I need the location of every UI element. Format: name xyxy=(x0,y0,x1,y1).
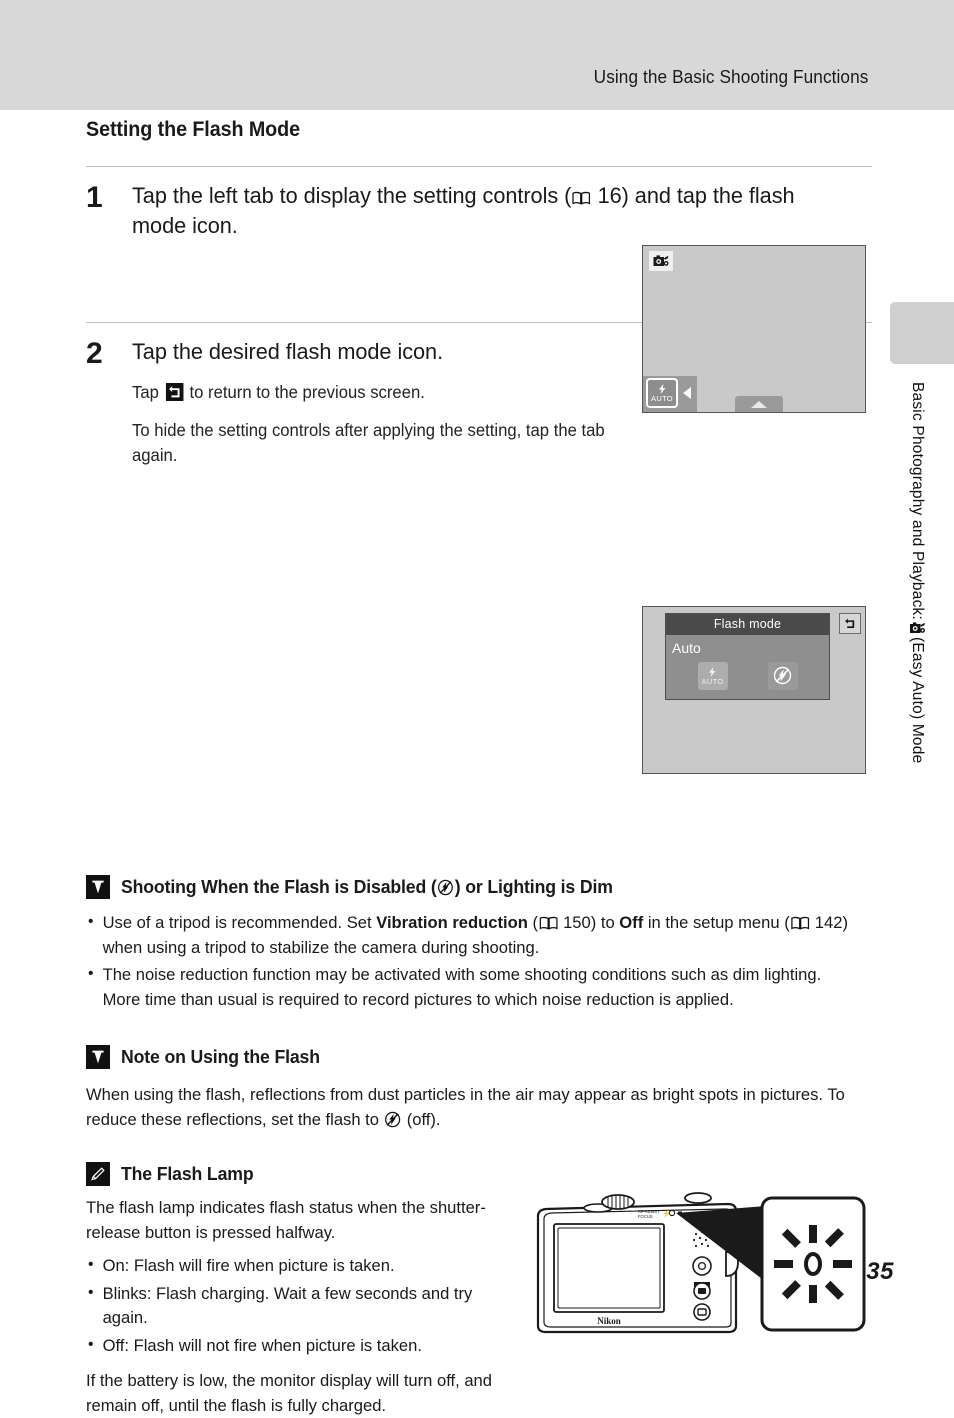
flash-auto-option-label: AUTO xyxy=(701,676,724,686)
book-reference-icon xyxy=(791,916,810,930)
flash-bolt-icon xyxy=(709,666,716,677)
list-item: Use of a tripod is recommended. Set Vibr… xyxy=(86,910,852,960)
note3-title: The Flash Lamp xyxy=(121,1162,254,1184)
easy-auto-camera-icon xyxy=(908,622,926,635)
return-arrow-button[interactable] xyxy=(839,612,861,634)
list-item: The noise reduction function may be acti… xyxy=(86,962,852,1012)
step-1-instruction: Tap the left tab to display the setting … xyxy=(132,181,836,242)
flash-off-icon xyxy=(385,1111,402,1128)
note-flash-lamp-list: On: Flash will fire when picture is take… xyxy=(86,1253,518,1359)
note-flash-lamp-intro: The flash lamp indicates flash status wh… xyxy=(86,1197,486,1242)
step-2-screen-illustration: Flash mode Auto AUTO xyxy=(642,605,866,774)
note-flash-lamp-outro: If the battery is low, the monitor displ… xyxy=(86,1370,492,1415)
step-1-text-part1: Tap the left tab to display the setting … xyxy=(132,183,572,208)
note-using-the-flash-heading: Note on Using the Flash xyxy=(86,1044,872,1069)
note-flash-disabled-list: Use of a tripod is recommended. Set Vibr… xyxy=(86,910,872,1013)
note2-title: Note on Using the Flash xyxy=(121,1045,320,1067)
flash-off-icon xyxy=(438,879,454,896)
flash-mode-menu-panel: Flash mode Auto AUTO xyxy=(665,612,830,700)
note1-b1-seg4: in the setup menu ( xyxy=(643,912,790,932)
note2-para-after: (off). xyxy=(402,1109,441,1129)
step-1-number: 1 xyxy=(86,181,103,214)
page-number: 35 xyxy=(866,1258,894,1285)
note1-b1-bold2: Off xyxy=(619,912,644,932)
caution-v-icon xyxy=(86,1044,110,1069)
note1-b1-seg1: Use of a tripod is recommended. Set xyxy=(102,912,377,932)
flash-auto-option-button[interactable]: AUTO xyxy=(697,661,728,690)
camera-brand-label: Nikon xyxy=(597,1316,621,1326)
note-using-the-flash-text: When using the flash, reflections from d… xyxy=(86,1082,852,1132)
caution-v-icon xyxy=(86,874,110,899)
step-2: 2 Tap the desired flash mode icon. Tap t… xyxy=(86,323,872,774)
page-header-band: Using the Basic Shooting Functions xyxy=(0,0,954,110)
chapter-tab-text-before: Basic Photography and Playback: xyxy=(909,382,926,620)
note-flash-disabled: Shooting When the Flash is Disabled ( ) o… xyxy=(86,874,872,1013)
note1-title-before: Shooting When the Flash is Disabled ( xyxy=(121,875,437,897)
flash-mode-current-value: Auto xyxy=(672,639,701,656)
flash-off-option-button[interactable] xyxy=(767,661,798,690)
book-reference-icon xyxy=(572,191,591,205)
step-1: 1 Tap the left tab to display the settin… xyxy=(86,167,872,413)
note1-b1-bold1: Vibration reduction xyxy=(376,912,528,932)
note-flash-disabled-heading: Shooting When the Flash is Disabled ( ) o… xyxy=(86,874,872,899)
note-using-the-flash: Note on Using the Flash When using the f… xyxy=(86,1044,872,1132)
list-item: Blinks: Flash charging. Wait a few secon… xyxy=(86,1281,507,1331)
flash-off-icon xyxy=(773,667,792,685)
pencil-note-icon xyxy=(86,1161,110,1186)
step-2-sub1-before: Tap xyxy=(132,382,164,403)
book-reference-icon xyxy=(539,916,558,930)
note1-title-after: ) or Lighting is Dim xyxy=(454,875,613,897)
list-item: On: Flash will fire when picture is take… xyxy=(86,1253,507,1279)
note-flash-lamp-heading: The Flash Lamp xyxy=(86,1161,872,1186)
step-2-subtext-2: To hide the setting controls after apply… xyxy=(132,420,605,465)
step-2-instruction: Tap the desired flash mode icon. xyxy=(132,338,444,364)
running-title: Using the Basic Shooting Functions xyxy=(593,66,868,87)
chapter-tab-block xyxy=(890,302,954,364)
flash-mode-menu-title: Flash mode xyxy=(666,613,829,635)
note1-b1-seg3: 150) to xyxy=(558,912,620,932)
chapter-tab-label: Basic Photography and Playback: (Easy Au… xyxy=(896,382,926,852)
page-content: Setting the Flash Mode 1 Tap the left ta… xyxy=(86,118,872,1418)
page-title: Setting the Flash Mode xyxy=(86,118,300,141)
return-arrow-icon xyxy=(165,383,183,402)
camera-flash-lamp-illustration: Nikon AF-ASSIST FOCUS ⚡ xyxy=(530,1186,870,1346)
step-2-number: 2 xyxy=(86,336,103,370)
step-2-sub1-after: to return to the previous screen. xyxy=(184,382,425,403)
note-flash-lamp: The Flash Lamp The flash lamp indicates … xyxy=(86,1161,872,1418)
note2-para-before: When using the flash, reflections from d… xyxy=(86,1084,845,1129)
note1-b1-seg2: ( xyxy=(527,912,538,932)
easy-auto-camera-icon xyxy=(649,251,673,271)
chapter-tab-text-after: (Easy Auto) Mode xyxy=(909,636,926,764)
step-2-subtext-1: Tap to return to the previous screen. xyxy=(132,380,607,405)
svg-text:FOCUS: FOCUS xyxy=(638,1214,653,1219)
list-item: Off: Flash will not fire when picture is… xyxy=(86,1333,507,1359)
